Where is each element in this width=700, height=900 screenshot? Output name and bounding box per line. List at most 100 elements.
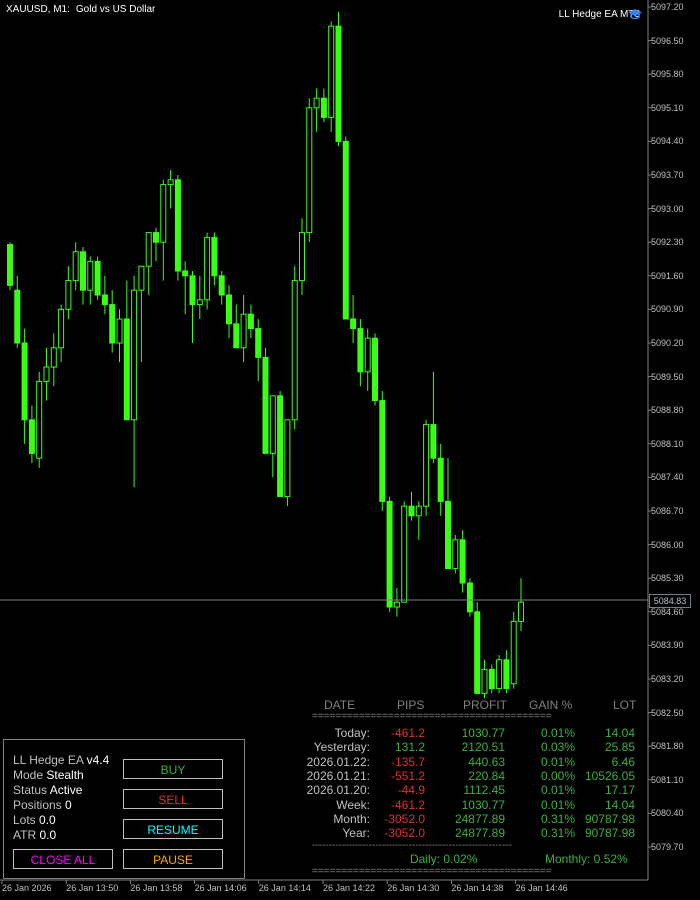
candle-body — [437, 457, 444, 502]
price-tick-label: 5093.00 — [651, 203, 684, 214]
candle-body — [87, 260, 94, 291]
stats-date-cell: 2026.01.20: — [306, 783, 370, 798]
candle-body — [262, 356, 269, 454]
price-tick-label: 5094.40 — [651, 136, 684, 147]
candle-body — [123, 318, 130, 421]
stats-pips-cell: -551.2 — [390, 768, 425, 783]
time-tick-label: 26 Jan 13:50 — [66, 883, 119, 893]
time-tick-label: 26 Jan 14:06 — [194, 883, 247, 893]
stats-profit-cell: 440.63 — [468, 754, 505, 769]
stats-pips-cell: -44.9 — [397, 783, 425, 798]
candle-body — [342, 140, 349, 320]
stats-date-cell: Week: — [336, 797, 370, 812]
sell-button[interactable]: SELL — [123, 789, 223, 809]
stats-gain-cell: 0.31% — [540, 811, 575, 826]
price-tick-label: 5079.70 — [651, 842, 684, 852]
ea-name: LL Hedge EA — [13, 753, 84, 767]
candle-body — [145, 232, 152, 267]
candle-body — [72, 251, 79, 282]
positions-row: Positions 0 — [13, 798, 72, 812]
stats-gain-cell: 0.01% — [540, 754, 575, 769]
lots-value: 0.0 — [39, 813, 56, 827]
candle-body — [21, 342, 28, 421]
atr-value: 0.0 — [39, 828, 57, 842]
candle-body — [503, 659, 510, 690]
stats-gain-cell: 0.01% — [540, 726, 575, 740]
stats-lot-cell: 14.04 — [604, 726, 635, 740]
candle-body — [167, 179, 174, 186]
header-profit: PROFIT — [463, 698, 507, 712]
candle-body — [364, 337, 371, 373]
price-tick-label: 5089.50 — [651, 371, 684, 382]
candle-body — [415, 505, 422, 517]
time-tick-label: 26 Jan 14:22 — [323, 883, 376, 893]
candle-body — [496, 659, 503, 690]
candle-body — [94, 260, 101, 296]
stats-profit-cell: 1030.77 — [461, 726, 505, 740]
candle-body — [474, 611, 481, 694]
candle-body — [14, 289, 21, 344]
candle-body — [196, 299, 203, 306]
candle-body — [284, 419, 291, 498]
stats-lot-cell: 25.85 — [604, 740, 635, 755]
price-tick-label: 5080.40 — [651, 808, 684, 819]
close-all-button[interactable]: CLOSE ALL — [13, 849, 113, 869]
candle-body — [401, 505, 408, 603]
header-lot: LOT — [613, 698, 637, 712]
symbol-label: XAUUSD, M1: — [6, 4, 70, 15]
buy-button[interactable]: BUY — [123, 759, 223, 779]
resume-button[interactable]: RESUME — [123, 819, 223, 839]
candle-body — [445, 500, 451, 570]
stats-profit-cell: 220.84 — [468, 768, 505, 783]
stats-gain-cell: 0.31% — [540, 826, 575, 841]
price-tick-label: 5087.40 — [651, 472, 684, 483]
stats-gain-cell: 0.03% — [540, 740, 575, 755]
candle-body — [459, 539, 466, 584]
candle-body — [36, 380, 43, 459]
price-tick-label: 5081.10 — [651, 774, 684, 785]
candle-body — [174, 179, 181, 272]
price-tick-label: 5083.20 — [651, 674, 684, 684]
ea-name-row: LL Hedge EA v4.4 — [13, 753, 109, 767]
candle-body — [320, 97, 327, 118]
header-date: DATE — [324, 698, 356, 712]
candle-body — [372, 337, 378, 402]
time-tick-label: 26 Jan 14:38 — [451, 883, 504, 893]
stats-date-cell: Month: — [333, 811, 370, 826]
candle-body — [7, 244, 13, 286]
time-tick-label: 26 Jan 14:14 — [258, 883, 311, 893]
monthly-gain: Monthly: 0.52% — [545, 852, 628, 866]
pause-button[interactable]: PAUSE — [123, 849, 223, 869]
graduation-cap-icon[interactable] — [628, 8, 642, 20]
price-tick-label: 5090.20 — [651, 338, 684, 348]
candle-body — [299, 232, 305, 282]
stats-date-cell: 2026.01.22: — [306, 754, 370, 769]
header-separator: ========================================… — [312, 711, 552, 722]
status-row: Status Active — [13, 783, 82, 797]
candle-body — [393, 601, 400, 608]
candle-body — [50, 347, 57, 368]
candle-body — [131, 289, 138, 421]
candle-body — [379, 400, 386, 502]
price-tick-label: 5093.70 — [651, 170, 684, 180]
candle-body — [452, 539, 459, 570]
candle-body — [466, 582, 473, 613]
price-tick-label: 5081.80 — [651, 741, 684, 752]
stats-pips-cell: -135.7 — [390, 754, 425, 769]
price-tick-label: 5096.50 — [651, 35, 684, 46]
candle-body — [211, 236, 218, 277]
atr-row: ATR 0.0 — [13, 828, 56, 842]
price-tick-label: 5088.80 — [651, 405, 684, 416]
candle-body — [430, 424, 437, 459]
candle-body — [153, 232, 159, 243]
candle-body — [488, 668, 495, 690]
stats-profit-cell: 1112.45 — [463, 783, 505, 798]
stats-pips-cell: 131.2 — [394, 740, 425, 755]
price-tick-label: 5085.30 — [651, 573, 684, 584]
candle-body — [240, 313, 247, 349]
header-gain: GAIN % — [529, 698, 573, 712]
candle-body — [291, 280, 298, 421]
price-tick-label: 5091.60 — [651, 270, 684, 281]
stats-date-cell: Year: — [342, 826, 370, 841]
dash-separator: ----------------------------------------… — [312, 840, 512, 851]
